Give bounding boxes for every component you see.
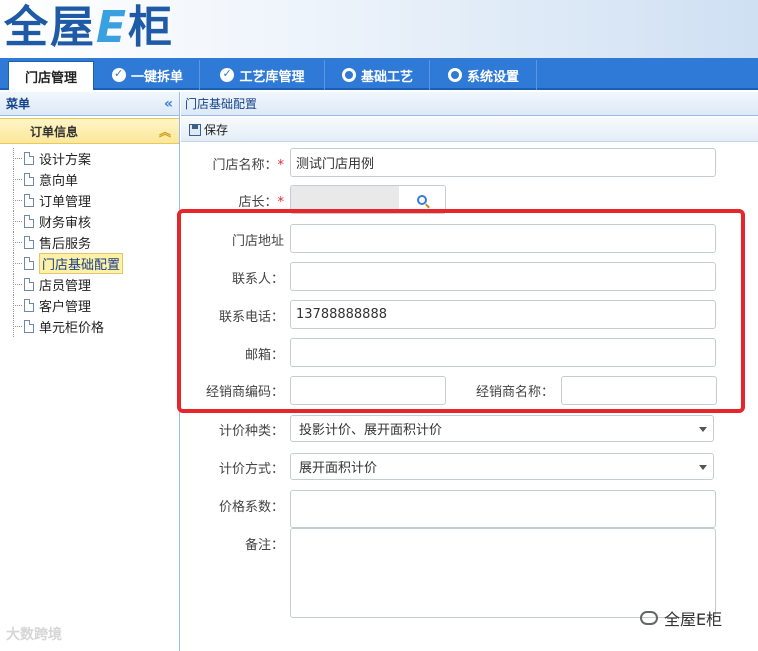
- pricing-type-label: 计价种类：: [218, 424, 284, 439]
- tab-one-click-split[interactable]: 一键拆单: [96, 60, 200, 90]
- document-icon: [24, 173, 34, 186]
- save-label: 保存: [204, 123, 229, 137]
- tab-basic-process[interactable]: 基础工艺: [326, 60, 430, 90]
- sidebar-item-order-management[interactable]: 订单管理: [10, 190, 179, 211]
- sidebar-item-customer-management[interactable]: 客户管理: [10, 295, 179, 316]
- sidebar-item-design-plan[interactable]: 设计方案: [10, 148, 179, 169]
- logo-text-1: 全屋: [4, 2, 96, 53]
- sidebar-tree: 设计方案 意向单 订单管理 财务审核 售后服务 门店基础配置 店员管理 客户管理…: [0, 148, 179, 337]
- dropdown-arrow-icon: [699, 427, 707, 432]
- gear-icon: [341, 68, 356, 82]
- sidebar-group-label: 订单信息: [30, 124, 79, 139]
- sidebar-group-order-info[interactable]: 订单信息 ︽: [0, 118, 179, 144]
- store-name-input[interactable]: 测试门店用例: [290, 148, 716, 177]
- app-header: 全屋 E 柜: [0, 0, 758, 58]
- pricing-method-label: 计价方式：: [218, 462, 284, 477]
- input-value: 测试门店用例: [296, 157, 375, 172]
- watermark-left: 大数跨境: [6, 624, 62, 644]
- tab-label: 工艺库管理: [239, 69, 305, 85]
- pricing-type-select[interactable]: 投影计价、展开面积计价: [290, 415, 714, 442]
- document-icon: [24, 194, 34, 207]
- sidebar-item-label: 订单管理: [39, 195, 92, 210]
- search-icon: [417, 194, 427, 205]
- top-nav: 门店管理 一键拆单 工艺库管理 基础工艺 系统设置: [0, 58, 758, 90]
- toolbar: 保存: [181, 118, 758, 142]
- logo-text-2: 柜: [128, 2, 175, 53]
- document-icon: [24, 320, 34, 333]
- sidebar-item-label: 售后服务: [39, 237, 92, 252]
- document-icon: [24, 278, 34, 291]
- document-icon: [24, 299, 34, 312]
- sidebar-item-intent-order[interactable]: 意向单: [10, 169, 179, 190]
- tab-system-settings[interactable]: 系统设置: [431, 60, 537, 90]
- document-icon: [24, 236, 34, 249]
- pricing-method-select[interactable]: 展开面积计价: [290, 453, 714, 480]
- breadcrumb-label: 门店基础配置: [185, 97, 258, 111]
- watermark-right: 全屋E柜: [640, 606, 722, 630]
- tab-label: 门店管理: [24, 70, 77, 86]
- sidebar-header: 菜单 «: [0, 92, 179, 116]
- sidebar-item-staff-management[interactable]: 店员管理: [10, 274, 179, 295]
- breadcrumb: 门店基础配置: [181, 92, 758, 116]
- remark-textarea[interactable]: [290, 528, 716, 618]
- check-icon: [220, 67, 235, 82]
- sidebar-item-label: 设计方案: [39, 153, 92, 168]
- sidebar-item-label: 门店基础配置: [39, 253, 124, 274]
- sidebar-item-unit-cabinet-price[interactable]: 单元柜价格: [10, 316, 179, 337]
- tab-label: 一键拆单: [130, 69, 183, 85]
- tab-process-library[interactable]: 工艺库管理: [201, 60, 325, 90]
- sidebar-item-label: 单元柜价格: [39, 321, 105, 336]
- manager-label: 店长：*: [198, 191, 284, 210]
- settings-icon: [447, 68, 462, 82]
- sidebar-item-label: 客户管理: [39, 300, 92, 315]
- tab-label: 基础工艺: [360, 69, 413, 85]
- store-name-label: 门店名称：*: [198, 154, 284, 173]
- chevron-up-icon[interactable]: ︽: [159, 123, 171, 140]
- document-icon: [24, 257, 34, 270]
- save-button[interactable]: 保存: [189, 121, 228, 138]
- watermark-text: 全屋E柜: [664, 610, 723, 629]
- label-text: 店长：: [238, 195, 278, 210]
- logo-text-e: E: [96, 2, 129, 53]
- sidebar-item-finance-review[interactable]: 财务审核: [10, 211, 179, 232]
- sidebar-item-after-sales[interactable]: 售后服务: [10, 232, 179, 253]
- select-value: 投影计价、展开面积计价: [299, 423, 443, 438]
- required-mark: *: [277, 195, 285, 210]
- label-text: 门店名称：: [212, 158, 278, 173]
- tab-label: 系统设置: [466, 69, 519, 85]
- sidebar-item-label: 财务审核: [39, 216, 92, 231]
- check-icon: [111, 67, 126, 82]
- sidebar-item-store-config[interactable]: 门店基础配置: [10, 253, 179, 274]
- document-icon: [24, 152, 34, 165]
- save-icon: [189, 123, 201, 136]
- select-value: 展开面积计价: [299, 461, 378, 476]
- remark-label: 备注：: [244, 538, 284, 553]
- sidebar-title: 菜单: [6, 97, 31, 111]
- tab-store-management[interactable]: 门店管理: [8, 61, 94, 90]
- price-factor-label: 价格系数：: [218, 500, 284, 515]
- watermark-text: 大数跨境: [6, 627, 62, 643]
- sidebar-item-label: 店员管理: [39, 279, 92, 294]
- dropdown-arrow-icon: [699, 465, 707, 470]
- app-logo: 全屋 E 柜: [4, 2, 174, 54]
- required-mark: *: [277, 158, 285, 173]
- sidebar-item-label: 意向单: [39, 174, 79, 189]
- sidebar: 菜单 « 订单信息 ︽ 设计方案 意向单 订单管理 财务审核 售后服务 门店基础…: [0, 92, 180, 651]
- collapse-left-icon[interactable]: «: [164, 96, 173, 112]
- document-icon: [24, 215, 34, 228]
- price-factor-input[interactable]: [290, 490, 716, 528]
- highlight-box: [177, 209, 745, 413]
- wechat-icon: [640, 611, 658, 625]
